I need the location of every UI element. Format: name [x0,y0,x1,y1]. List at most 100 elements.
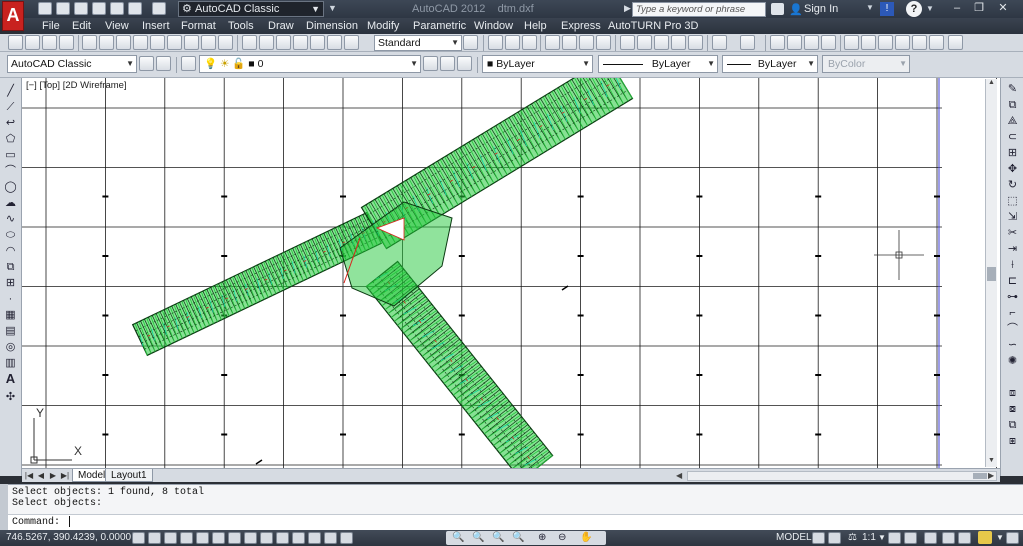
array-icon[interactable]: ⊞ [1005,146,1020,160]
object-snap-icon[interactable] [212,532,225,544]
table-icon[interactable]: ▥ [3,356,18,370]
command-line-grip[interactable] [0,484,8,530]
chamfer-icon[interactable]: ⌐ [1005,306,1020,320]
arc-draw-icon[interactable]: ⌒ [3,164,18,178]
zoom-window-status-icon[interactable]: 🔍 [472,532,484,543]
zoom-icon[interactable]: 🔍 [452,532,464,543]
qnew-icon[interactable] [488,35,503,50]
ortho-icon[interactable] [25,35,40,50]
layer-select[interactable]: 💡 ☀ 🔓 ■ 0 ▼ [199,55,421,73]
hardware-acceleration-icon[interactable] [958,532,971,544]
menu-parametric[interactable]: Parametric [413,20,466,32]
paste-icon[interactable] [654,35,669,50]
object-snap-tracking-icon[interactable] [244,532,257,544]
dim-style-icon[interactable] [463,35,478,50]
first-tab-icon[interactable]: |◀ [24,470,34,481]
ortho-mode-icon[interactable] [180,532,193,544]
scroll-down-icon[interactable]: ▼ [988,457,995,464]
dim-aligned-icon[interactable] [150,35,165,50]
pan-status-icon[interactable]: ✋ [580,532,592,543]
fillet-icon[interactable]: ⌒ [1005,322,1020,336]
undo-icon[interactable] [128,2,142,15]
isolate-objects-icon[interactable] [978,531,992,544]
lineweight-toggle-icon[interactable] [292,532,305,544]
menu-autoturn[interactable]: AutoTURN Pro 3D [608,20,698,32]
quick-view-drawings-icon[interactable] [828,532,841,544]
polygon-icon[interactable]: ⬠ [3,132,18,146]
block-editor-icon[interactable] [688,35,703,50]
command-input[interactable]: Command: [8,514,1023,530]
dynamic-input-icon[interactable] [276,532,289,544]
annotation-scale-icon[interactable]: ⚖ [848,532,857,543]
save-icon[interactable] [74,2,88,15]
binoculars-icon[interactable] [771,3,784,15]
workspace-switching-icon[interactable] [924,532,937,544]
rotate-icon[interactable]: ↻ [1005,178,1020,192]
cut-icon[interactable] [620,35,635,50]
circle-icon[interactable] [82,35,97,50]
explode-icon[interactable]: ✺ [1005,354,1020,368]
gradient-icon[interactable]: ▤ [3,324,18,338]
help-icon[interactable]: ? [906,1,922,17]
toolbar-help-icon[interactable] [948,35,963,50]
clean-screen-icon[interactable] [1006,532,1019,544]
extend-icon[interactable]: ⇥ [1005,242,1020,256]
annotation-visibility-icon[interactable] [888,532,901,544]
trim-icon[interactable]: ✂ [1005,226,1020,240]
add-selected-icon[interactable]: ✣ [3,390,18,404]
lock-ui-icon[interactable] [942,532,955,544]
match-properties-icon[interactable] [671,35,686,50]
workspace-select[interactable]: AutoCAD Classic ▼ [7,55,137,73]
drawing-canvas[interactable]: [−] [Top] [2D Wireframe] Y X [22,78,1000,468]
line-icon[interactable] [8,35,23,50]
grid-display-icon[interactable] [164,532,177,544]
erase-icon[interactable]: ✎ [1005,82,1020,96]
annotation-scale-dropdown-icon[interactable]: ▼ [878,533,886,542]
scale-icon[interactable]: ⬚ [1005,194,1020,208]
markup-icon[interactable] [912,35,927,50]
quick-access-dropdown-icon[interactable]: ▼ [328,3,338,15]
publish-icon[interactable] [579,35,594,50]
print-icon[interactable] [545,35,560,50]
insert-block-icon[interactable]: ⧉ [3,260,18,274]
dim-baseline-icon[interactable] [184,35,199,50]
save-file-icon[interactable] [522,35,537,50]
zoom-extents-icon[interactable]: ⊕ [538,532,546,543]
draworder-back-icon[interactable]: ⧇ [1005,402,1020,416]
zoom-realtime-icon[interactable] [787,35,802,50]
search-input[interactable]: Type a keyword or phrase [632,2,766,17]
minimize-button[interactable]: – [946,1,968,16]
vertical-scroll-thumb[interactable] [987,267,996,281]
spline-icon[interactable]: ∿ [3,212,18,226]
search-expand-icon[interactable]: ▶ [624,3,631,14]
menu-express[interactable]: Express [561,20,601,32]
workspace-lock-icon[interactable] [156,56,171,71]
text-style-select[interactable]: Standard ▼ [374,35,462,51]
infer-constraints-icon[interactable] [132,532,145,544]
close-button[interactable]: ✕ [992,1,1014,16]
next-tab-icon[interactable]: ▶ [48,470,58,481]
quick-properties-icon[interactable] [324,532,337,544]
jog-icon[interactable] [293,35,308,50]
join-icon[interactable]: ⊶ [1005,290,1020,304]
auto-scale-icon[interactable] [904,532,917,544]
previous-tab-icon[interactable]: ◀ [36,470,46,481]
line-draw-icon[interactable]: ╱ [3,84,18,98]
tab-layout1[interactable]: Layout1 [105,469,153,482]
no-icon[interactable] [116,35,131,50]
menu-window[interactable]: Window [474,20,513,32]
multiline-text-icon[interactable]: A [3,372,18,386]
restore-button[interactable]: ❐ [968,1,990,16]
blend-icon[interactable]: ∽ [1005,338,1020,352]
dim-text-edit-icon[interactable] [327,35,342,50]
sign-in-dropdown-icon[interactable]: ▼ [866,3,874,15]
make-block-icon[interactable]: ⊞ [3,276,18,290]
point-icon[interactable]: · [3,292,18,306]
pan-icon[interactable] [770,35,785,50]
undo-toolbar-icon[interactable] [712,35,727,50]
menu-file[interactable]: File [42,20,60,32]
offset-icon[interactable]: ⊂ [1005,130,1020,144]
menu-help[interactable]: Help [524,20,547,32]
zoom-in-icon[interactable]: 🔍 [492,532,504,543]
transparency-icon[interactable] [308,532,321,544]
